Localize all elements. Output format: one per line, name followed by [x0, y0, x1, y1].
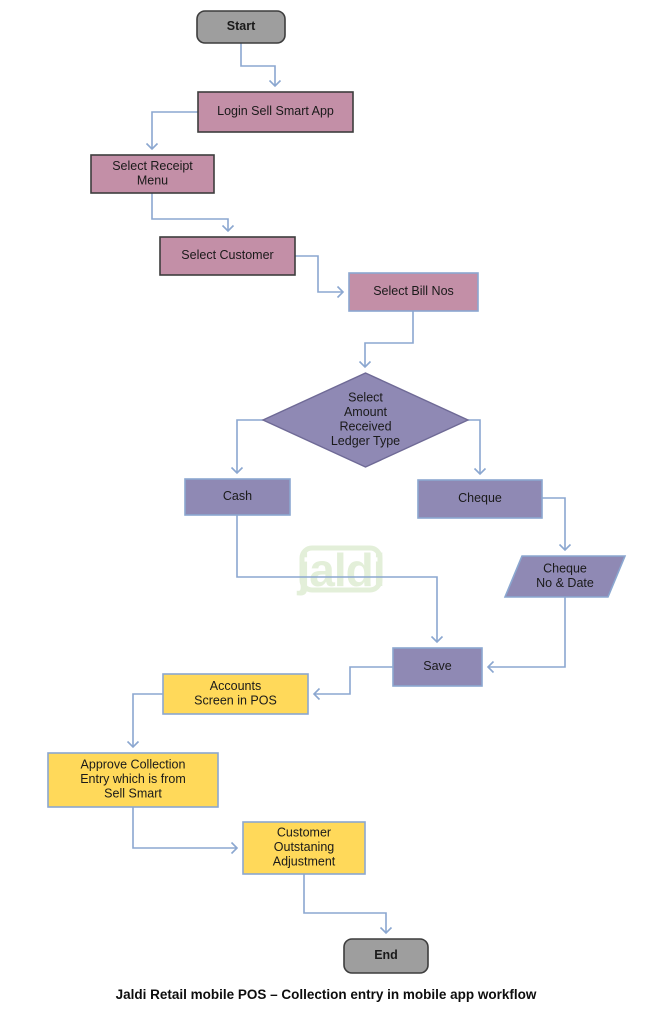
node-label-billnos: Select Bill Nos [373, 284, 454, 298]
node-save[interactable]: Save [392, 647, 483, 687]
edge-e-approve-custadj [132, 807, 239, 855]
edge-line [295, 255, 343, 293]
edge-e-decision-cheque [468, 419, 487, 476]
jaldi-watermark: jaldi [296, 544, 385, 596]
node-label-end: End [374, 948, 398, 962]
node-label-save: Save [423, 659, 452, 673]
edge-line [132, 693, 163, 747]
edge-e-cheque-chqdate [542, 497, 572, 552]
edge-e-chqdate-save [486, 597, 566, 674]
node-approve[interactable]: Approve Collection Entry which is from Sel… [47, 752, 219, 808]
edge-line [488, 597, 566, 668]
diagram-caption: Jaldi Retail mobile POS – Collection ent… [116, 987, 537, 1002]
node-label-cheque: Cheque [458, 491, 502, 505]
edge-e-start-login [240, 43, 282, 88]
edge-line [132, 807, 237, 849]
node-start[interactable]: Start [196, 10, 286, 44]
node-label-start: Start [227, 19, 256, 33]
watermark-label: jaldi [296, 544, 384, 596]
edge-line [314, 666, 393, 695]
node-billnos[interactable]: Select Bill Nos [348, 272, 479, 312]
node-label-custadj: Customer Outstaning Adjustment [273, 826, 336, 869]
edge-line [542, 497, 566, 550]
edge-line [468, 419, 481, 474]
node-customer[interactable]: Select Customer [159, 236, 296, 276]
node-decision[interactable]: Select Amount Received Ledger Type [261, 372, 470, 468]
edge-line [240, 43, 276, 86]
edge-line [151, 111, 198, 149]
edge-line [364, 311, 414, 367]
edge-e-custadj-end [303, 874, 393, 935]
node-label-cash: Cash [223, 489, 252, 503]
flowchart-canvas: jaldi Start Login Sell Smart App Select Re… [0, 0, 651, 1024]
node-end[interactable]: End [343, 938, 429, 974]
edge-e-customer-billnos [295, 255, 345, 299]
node-receipt[interactable]: Select Receipt Menu [90, 154, 215, 194]
edge-e-decision-cash [230, 419, 263, 475]
node-custadj[interactable]: Customer Outstaning Adjustment [242, 821, 366, 875]
node-accounts[interactable]: Accounts Screen in POS [162, 673, 309, 715]
edge-e-accounts-approve [126, 693, 163, 749]
node-login[interactable]: Login Sell Smart App [197, 91, 354, 133]
node-layer: Start Login Sell Smart App Select Receipt M… [47, 10, 627, 974]
flowchart-svg: jaldi Start Login Sell Smart App Select Re… [47, 10, 627, 1002]
edge-e-save-accounts [312, 666, 393, 701]
node-label-chqdate: Cheque No & Date [536, 562, 594, 591]
node-label-customer: Select Customer [181, 248, 273, 262]
node-cash[interactable]: Cash [184, 478, 291, 516]
edge-line [236, 419, 263, 473]
node-chqdate[interactable]: Cheque No & Date [503, 555, 627, 598]
edge-e-billnos-decision [358, 311, 414, 369]
edge-e-receipt-customer [151, 193, 235, 233]
node-cheque[interactable]: Cheque [417, 479, 543, 519]
edge-line [151, 193, 229, 231]
node-label-login: Login Sell Smart App [217, 104, 334, 118]
edge-line [303, 874, 387, 933]
edge-e-login-receipt [145, 111, 198, 151]
